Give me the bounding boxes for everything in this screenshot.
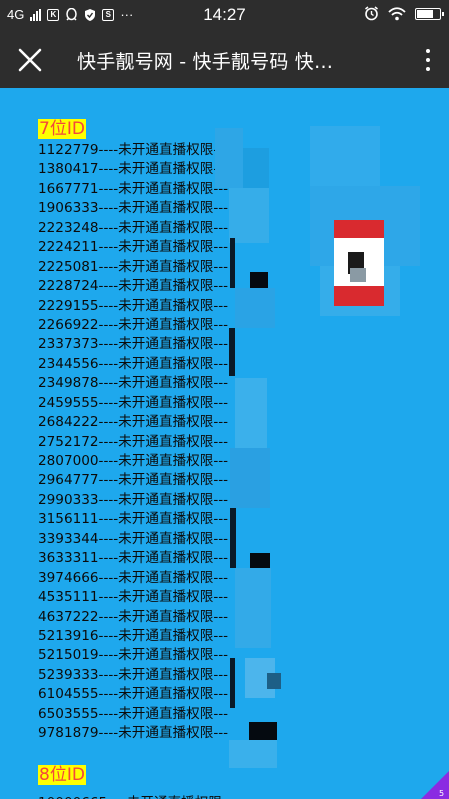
id-row: 1380417----未开通直播权限---	[38, 161, 229, 178]
id-row: 2228724----未开通直播权限---	[38, 278, 229, 295]
id-row: 2225081----未开通直播权限---	[38, 258, 229, 275]
id-row: 2266922----未开通直播权限---	[38, 316, 229, 333]
page-title: 快手靓号网 - 快手靓号码 快…	[77, 51, 334, 73]
corner-badge-icon: 5	[421, 771, 449, 799]
id-row: 2224211----未开通直播权限---	[38, 239, 229, 256]
id-row: 2229155----未开通直播权限---	[38, 297, 229, 314]
id-row: 3974666----未开通直播权限---	[38, 569, 229, 586]
alarm-icon	[365, 6, 378, 21]
pixelated-logo	[310, 126, 420, 326]
svg-text:5: 5	[439, 789, 444, 798]
id-row: 2807000----未开通直播权限---	[38, 453, 229, 469]
title-bar: 快手靓号网 - 快手靓号码 快…	[0, 30, 449, 88]
id-row: 5239333----未开通直播权限---	[38, 666, 229, 683]
id-row: 3633311----未开通直播权限---	[38, 550, 229, 567]
id-row: 2337373----未开通直播权限---	[38, 336, 229, 353]
id-row: 2684222----未开通直播权限---	[38, 414, 229, 431]
status-bar: 4G K S ··· 14:27	[0, 0, 449, 30]
id-row: 3156111----未开通直播权限---	[38, 511, 229, 528]
id-row: 4637222----未开通直播权限---	[38, 608, 229, 625]
battery-icon	[415, 7, 444, 20]
id-row: 6104555----未开通直播权限---	[38, 686, 229, 703]
wifi-icon	[388, 6, 406, 20]
id-row: 2344556----未开通直播权限---	[38, 355, 229, 372]
page-content[interactable]: 7位ID 1122779----未开通直播权限--- 1380417----未开通…	[0, 88, 449, 799]
status-right-icons	[364, 6, 444, 21]
section-label-8: 8位ID	[38, 765, 86, 785]
id-row: 2223248----未开通直播权限---	[38, 219, 229, 236]
id-row-8-first: 10000665----未开通直播权限	[38, 791, 222, 799]
close-button[interactable]	[12, 42, 48, 78]
id-row: 5215019----未开通直播权限---	[38, 647, 229, 664]
id-row: 9781879----未开通直播权限---	[38, 725, 229, 742]
id-row: 2964777----未开通直播权限---	[38, 472, 229, 489]
id-row: 3393344----未开通直播权限---	[38, 530, 229, 547]
id-row: 1122779----未开通直播权限---	[38, 142, 229, 158]
id-row: 1667771----未开通直播权限---	[38, 180, 229, 197]
more-button[interactable]	[421, 46, 435, 74]
id-row: 1906333----未开通直播权限---	[38, 200, 229, 217]
more-vertical-icon	[421, 49, 435, 71]
pixelated-mask	[215, 128, 295, 768]
id-row: 2990333----未开通直播权限---	[38, 491, 229, 508]
section-label-7: 7位ID	[38, 119, 86, 139]
id-row: 4535111----未开通直播权限---	[38, 589, 229, 606]
id-row: 6503555----未开通直播权限---	[38, 705, 229, 722]
id-row: 2459555----未开通直播权限---	[38, 394, 229, 411]
id-list-7: 1122779----未开通直播权限--- 1380417----未开通直播权限-…	[38, 141, 228, 744]
close-icon	[18, 48, 42, 72]
id-row: 2349878----未开通直播权限---	[38, 375, 229, 392]
id-row: 2752172----未开通直播权限---	[38, 433, 229, 450]
id-row: 5213916----未开通直播权限---	[38, 627, 229, 644]
